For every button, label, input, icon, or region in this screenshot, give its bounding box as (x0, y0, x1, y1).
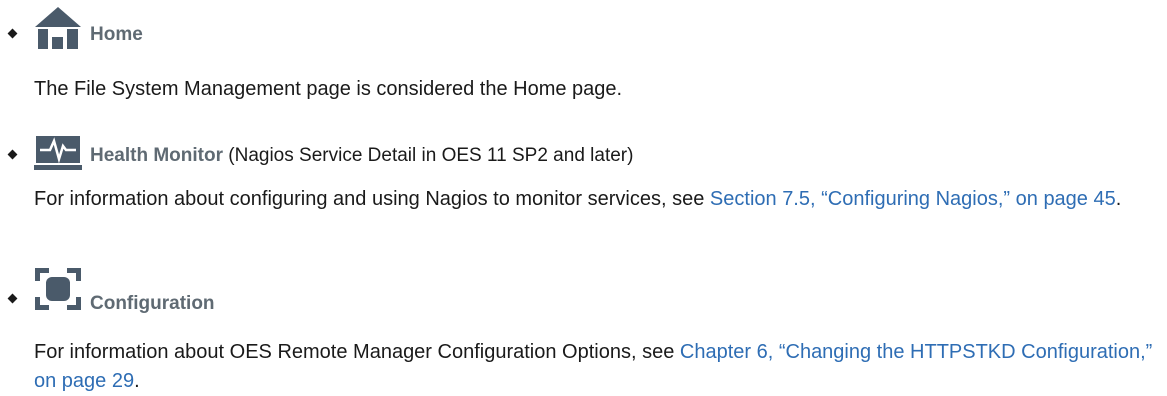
configuration-description: For information about OES Remote Manager… (34, 338, 1154, 396)
health-monitor-description-text: For information about configuring and us… (34, 188, 710, 210)
configuration-label: Configuration (90, 293, 215, 314)
section-7-5-link[interactable]: Section 7.5, “Configuring Nagios,” on pa… (710, 188, 1116, 210)
home-description: The File System Management page is consi… (34, 78, 623, 100)
health-monitor-description: For information about configuring and us… (34, 185, 1154, 214)
bullet-icon (7, 149, 18, 160)
health-monitor-label-text: Health Monitor (90, 145, 223, 166)
home-label: Home (90, 24, 143, 45)
configuration-description-text: For information about OES Remote Manager… (34, 341, 680, 363)
health-monitor-label: Health Monitor (Nagios Service Detail in… (90, 145, 633, 167)
bullet-icon (7, 28, 18, 39)
home-icon (34, 6, 82, 55)
health-monitor-icon (34, 135, 82, 176)
configuration-icon (34, 267, 82, 316)
health-monitor-label-suffix: (Nagios Service Detail in OES 11 SP2 and… (223, 145, 634, 166)
configuration-description-end: . (134, 370, 140, 392)
bullet-icon (7, 293, 18, 304)
health-monitor-description-end: . (1115, 188, 1122, 210)
